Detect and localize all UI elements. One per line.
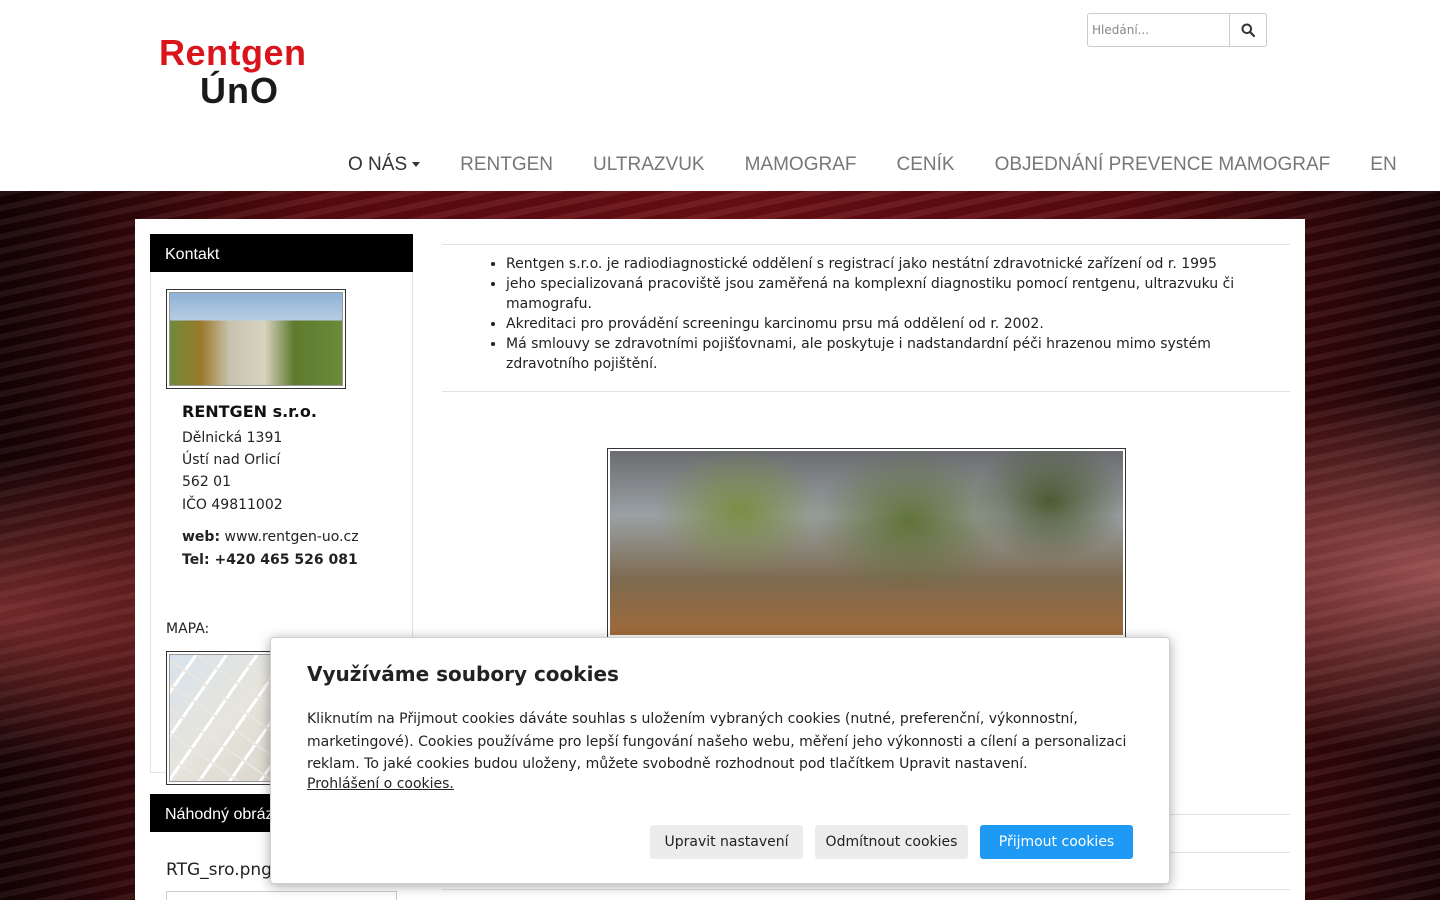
random-image[interactable] <box>166 891 397 900</box>
map-label: MAPA: <box>166 621 210 637</box>
contact-panel-title: Kontakt <box>150 234 413 272</box>
cookie-settings-button[interactable]: Upravit nastavení <box>650 825 803 859</box>
nav-item-rentgen[interactable]: RENTGEN <box>440 154 573 176</box>
address-zip: 562 01 <box>182 474 231 490</box>
cookie-dialog: Využíváme soubory cookies Kliknutím na P… <box>270 637 1170 884</box>
logo-line2: ÚnO <box>200 70 279 111</box>
list-item: Rentgen s.r.o. je radiodiagnostické oddě… <box>506 254 1276 274</box>
address-city: Ústí nad Orlicí <box>182 452 281 468</box>
cookie-text: Kliknutím na Přijmout cookies dáváte sou… <box>307 711 1127 772</box>
nav-item-ultrazvuk[interactable]: ULTRAZVUK <box>573 154 725 176</box>
divider <box>442 889 1290 890</box>
search-box <box>1087 13 1267 47</box>
address-street: Dělnická 1391 <box>182 430 283 446</box>
company-name: RENTGEN s.r.o. <box>182 402 317 421</box>
cookie-title: Využíváme soubory cookies <box>307 662 619 686</box>
cookie-accept-button[interactable]: Přijmout cookies <box>980 825 1133 859</box>
info-list: Rentgen s.r.o. je radiodiagnostické oddě… <box>506 254 1276 374</box>
nav-label: O NÁS <box>348 154 408 175</box>
nav-label: OBJEDNÁNÍ PREVENCE MAMOGRAF <box>994 154 1331 175</box>
nav-item-o-nas[interactable]: O NÁS <box>328 154 440 176</box>
divider <box>442 391 1290 392</box>
company-ico: IČO 49811002 <box>182 497 283 513</box>
main-nav: O NÁS RENTGEN ULTRAZVUK MAMOGRAF CENÍK O… <box>328 148 1417 182</box>
search-icon <box>1241 23 1255 37</box>
logo-line1: Rentgen <box>159 32 307 73</box>
nav-label: EN <box>1370 154 1397 175</box>
web-info: web: www.rentgen-uo.cz <box>182 529 359 545</box>
nav-item-en[interactable]: EN <box>1350 154 1416 176</box>
web-link[interactable]: www.rentgen-uo.cz <box>225 529 359 545</box>
search-input[interactable] <box>1087 13 1229 47</box>
phone-number: Tel: +420 465 526 081 <box>182 552 358 568</box>
divider <box>442 244 1290 245</box>
cookie-reject-button[interactable]: Odmítnout cookies <box>815 825 968 859</box>
building-photo-large[interactable] <box>607 448 1126 638</box>
nav-label: CENÍK <box>896 154 955 175</box>
list-item: Má smlouvy se zdravotními pojišťovnami, … <box>506 334 1276 374</box>
site-logo[interactable]: Rentgen ÚnO <box>159 32 329 112</box>
building-photo[interactable] <box>166 289 346 389</box>
nav-item-mamograf[interactable]: MAMOGRAF <box>725 154 877 176</box>
cookie-policy-link[interactable]: Prohlášení o cookies. <box>307 776 454 792</box>
site-header: Rentgen ÚnO O NÁS RENTGEN ULTRAZVUK MAMO… <box>0 0 1440 191</box>
nav-label: MAMOGRAF <box>744 154 857 175</box>
search-button[interactable] <box>1229 13 1267 47</box>
list-item: jeho specializovaná pracoviště jsou zamě… <box>506 274 1276 314</box>
nav-item-cenik[interactable]: CENÍK <box>876 154 974 176</box>
nav-item-objednani[interactable]: OBJEDNÁNÍ PREVENCE MAMOGRAF <box>975 154 1351 176</box>
random-image-name: RTG_sro.png <box>166 860 272 880</box>
web-label: web: <box>182 529 221 545</box>
list-item: Akreditaci pro provádění screeningu karc… <box>506 314 1276 334</box>
chevron-down-icon <box>412 162 421 168</box>
nav-label: ULTRAZVUK <box>593 154 705 175</box>
nav-label: RENTGEN <box>460 154 554 175</box>
